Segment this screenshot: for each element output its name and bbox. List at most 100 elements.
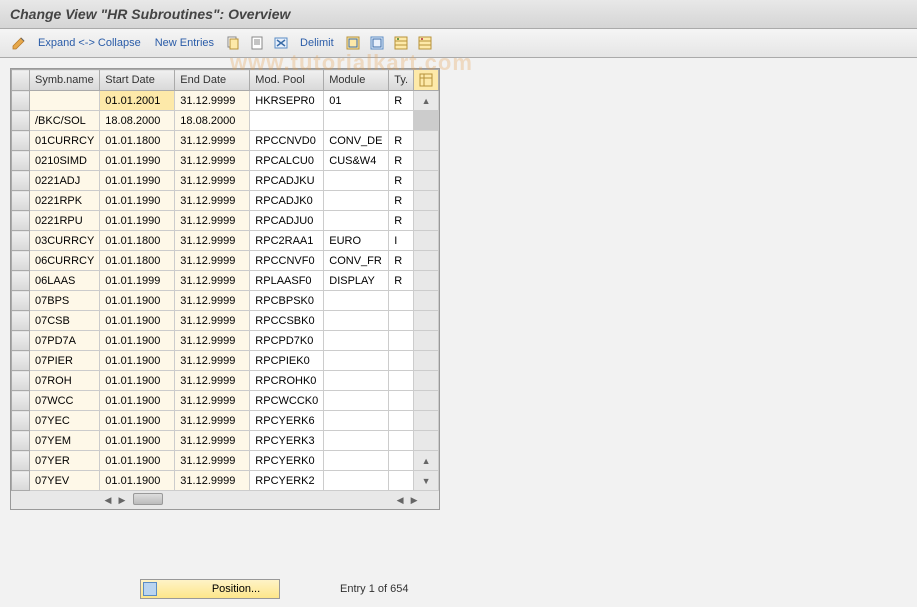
row-selector[interactable]: [12, 151, 30, 171]
cell-module[interactable]: [324, 291, 389, 311]
vscroll-cell[interactable]: [414, 371, 439, 391]
cell-mod-pool[interactable]: RPCADJK0: [250, 191, 324, 211]
cell-end-date[interactable]: 31.12.9999: [175, 231, 250, 251]
cell-mod-pool[interactable]: RPCYERK2: [250, 471, 324, 491]
cell-symb[interactable]: 0221RPK: [30, 191, 100, 211]
deselect-all-icon[interactable]: [368, 34, 386, 52]
cell-end-date[interactable]: 18.08.2000: [175, 111, 250, 131]
cell-module[interactable]: [324, 431, 389, 451]
row-selector[interactable]: [12, 311, 30, 331]
cell-end-date[interactable]: 31.12.9999: [175, 191, 250, 211]
cell-start-date[interactable]: 01.01.1900: [100, 451, 175, 471]
cell-symb[interactable]: [30, 91, 100, 111]
cell-end-date[interactable]: 31.12.9999: [175, 251, 250, 271]
cell-start-date[interactable]: 01.01.1900: [100, 351, 175, 371]
cell-end-date[interactable]: 31.12.9999: [175, 411, 250, 431]
cell-type[interactable]: [389, 431, 414, 451]
cell-symb[interactable]: 07YEC: [30, 411, 100, 431]
cell-module[interactable]: [324, 471, 389, 491]
cell-symb[interactable]: 0210SIMD: [30, 151, 100, 171]
cell-module[interactable]: [324, 211, 389, 231]
cell-mod-pool[interactable]: RPCYERK6: [250, 411, 324, 431]
row-selector[interactable]: [12, 291, 30, 311]
cell-mod-pool[interactable]: RPC2RAA1: [250, 231, 324, 251]
row-selector[interactable]: [12, 391, 30, 411]
row-selector[interactable]: [12, 471, 30, 491]
cell-start-date[interactable]: 01.01.1999: [100, 271, 175, 291]
cell-module[interactable]: [324, 371, 389, 391]
cell-type[interactable]: [389, 351, 414, 371]
cell-type[interactable]: R: [389, 171, 414, 191]
cell-mod-pool[interactable]: RPCCSBK0: [250, 311, 324, 331]
vscroll-cell[interactable]: [414, 131, 439, 151]
col-header-ty[interactable]: Ty.: [389, 70, 414, 91]
cell-end-date[interactable]: 31.12.9999: [175, 391, 250, 411]
cell-symb[interactable]: 07YEV: [30, 471, 100, 491]
delimit-button[interactable]: Delimit: [296, 35, 338, 51]
cell-symb[interactable]: 07PIER: [30, 351, 100, 371]
cell-end-date[interactable]: 31.12.9999: [175, 151, 250, 171]
select-all-icon[interactable]: [344, 34, 362, 52]
cell-mod-pool[interactable]: RPCYERK0: [250, 451, 324, 471]
cell-mod-pool[interactable]: RPCCNVD0: [250, 131, 324, 151]
hscroll-right-arrow-2[interactable]: ▶: [407, 493, 421, 507]
cell-module[interactable]: [324, 191, 389, 211]
row-selector[interactable]: [12, 111, 30, 131]
hscroll-left-arrow[interactable]: ◀: [101, 493, 115, 507]
row-selector[interactable]: [12, 251, 30, 271]
cell-end-date[interactable]: 31.12.9999: [175, 291, 250, 311]
vscroll-cell[interactable]: [414, 231, 439, 251]
cell-end-date[interactable]: 31.12.9999: [175, 91, 250, 111]
cell-module[interactable]: [324, 411, 389, 431]
col-header-end[interactable]: End Date: [175, 70, 250, 91]
new-entries-button[interactable]: New Entries: [151, 35, 218, 51]
cell-start-date[interactable]: 01.01.1800: [100, 251, 175, 271]
vscroll-cell[interactable]: [414, 251, 439, 271]
scroll-down-arrow-1[interactable]: ▲: [419, 454, 433, 468]
table-icon-1[interactable]: [392, 34, 410, 52]
cell-mod-pool[interactable]: RPCALCU0: [250, 151, 324, 171]
row-selector[interactable]: [12, 371, 30, 391]
cell-end-date[interactable]: 31.12.9999: [175, 351, 250, 371]
row-selector[interactable]: [12, 91, 30, 111]
cell-module[interactable]: [324, 331, 389, 351]
cell-start-date[interactable]: 01.01.1990: [100, 211, 175, 231]
cell-symb[interactable]: 07WCC: [30, 391, 100, 411]
cell-module[interactable]: [324, 171, 389, 191]
cell-symb[interactable]: 06CURRCY: [30, 251, 100, 271]
cell-module[interactable]: CONV_DE: [324, 131, 389, 151]
row-selector[interactable]: [12, 191, 30, 211]
cell-symb[interactable]: 07BPS: [30, 291, 100, 311]
cell-mod-pool[interactable]: RPCROHK0: [250, 371, 324, 391]
cell-mod-pool[interactable]: RPCADJKU: [250, 171, 324, 191]
cell-type[interactable]: I: [389, 231, 414, 251]
select-all-header[interactable]: [12, 70, 30, 91]
cell-type[interactable]: [389, 411, 414, 431]
cell-end-date[interactable]: 31.12.9999: [175, 471, 250, 491]
vscroll-cell[interactable]: [414, 211, 439, 231]
cell-type[interactable]: [389, 311, 414, 331]
table-config-button[interactable]: [414, 70, 439, 91]
cell-mod-pool[interactable]: RPCCNVF0: [250, 251, 324, 271]
cell-mod-pool[interactable]: RPCYERK3: [250, 431, 324, 451]
cell-mod-pool[interactable]: RPLAASF0: [250, 271, 324, 291]
copy-icon[interactable]: [224, 34, 242, 52]
cell-mod-pool[interactable]: RPCWCCK0: [250, 391, 324, 411]
cell-module[interactable]: [324, 451, 389, 471]
vscroll-cell[interactable]: [414, 311, 439, 331]
cell-start-date[interactable]: 01.01.1900: [100, 291, 175, 311]
cell-end-date[interactable]: 31.12.9999: [175, 131, 250, 151]
table-icon-2[interactable]: [416, 34, 434, 52]
vscroll-cell[interactable]: [414, 111, 439, 131]
cell-start-date[interactable]: 01.01.1800: [100, 231, 175, 251]
cell-module[interactable]: CONV_FR: [324, 251, 389, 271]
row-selector[interactable]: [12, 411, 30, 431]
cell-mod-pool[interactable]: RPCPIEK0: [250, 351, 324, 371]
cell-mod-pool[interactable]: RPCBPSK0: [250, 291, 324, 311]
cell-module[interactable]: CUS&W4: [324, 151, 389, 171]
cell-start-date[interactable]: 01.01.1900: [100, 371, 175, 391]
cell-start-date[interactable]: 01.01.1900: [100, 411, 175, 431]
row-selector[interactable]: [12, 331, 30, 351]
vscroll-cell[interactable]: [414, 411, 439, 431]
vscroll-cell[interactable]: ▲: [414, 91, 439, 111]
